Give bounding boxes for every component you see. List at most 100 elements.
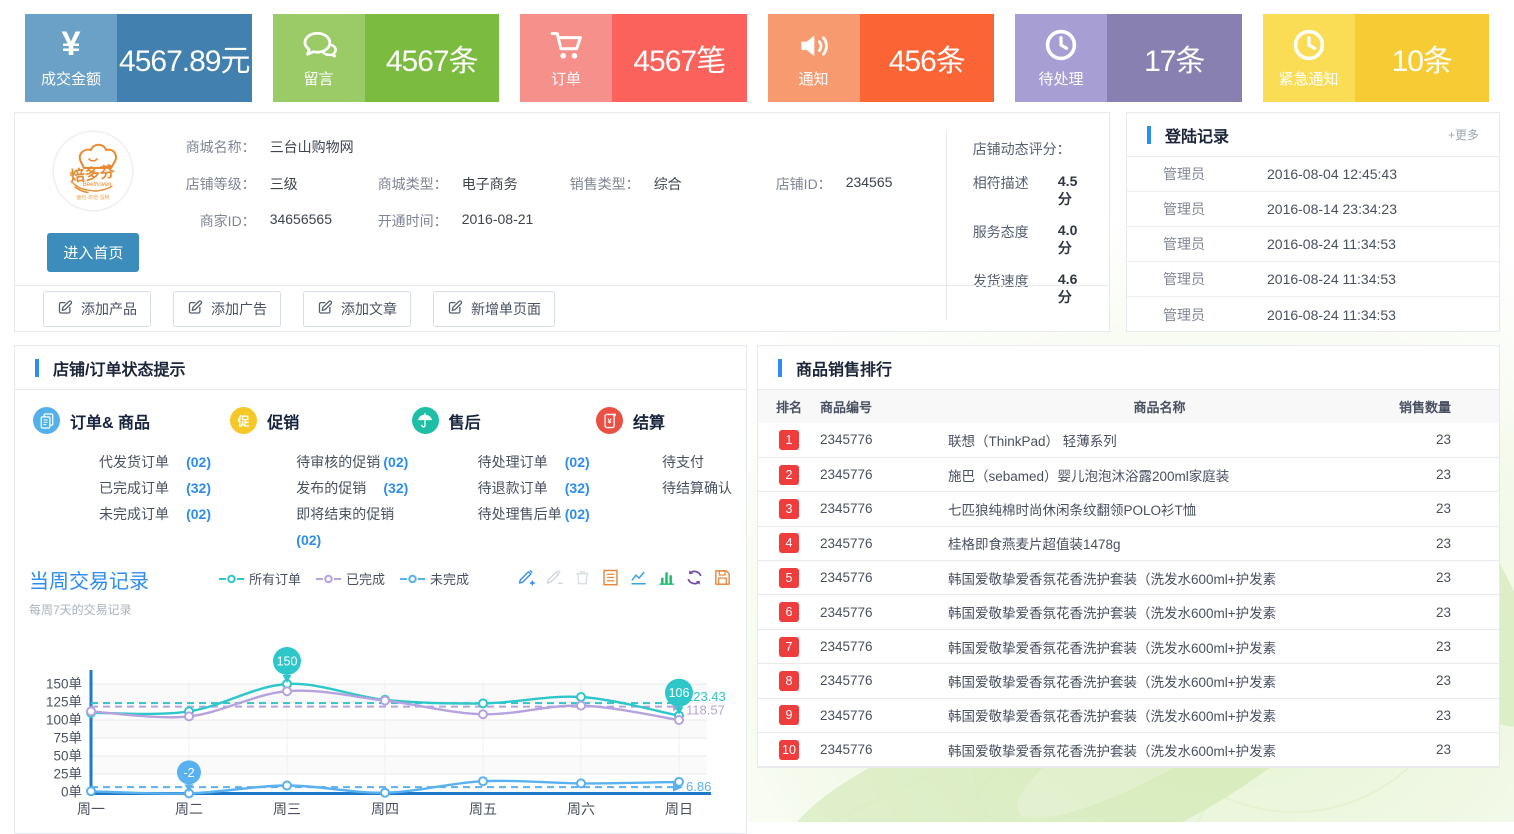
rating-row: 相符描述 4.5分 <box>973 173 1091 209</box>
product-code: 2345776 <box>820 629 948 663</box>
line-chart-icon[interactable] <box>629 568 648 587</box>
status-group: 售后 待处理订单 (02) 待退款订单 (32) 待处理售后单 (02) <box>412 407 596 553</box>
svg-text:¥: ¥ <box>61 27 80 63</box>
stat-card-icon-area: ¥ 成交金额 <box>25 14 117 102</box>
status-item: 即将结束的促销 (02) <box>296 501 408 553</box>
action-button[interactable]: 新增单页面 <box>433 291 555 327</box>
product-code: 2345776 <box>820 526 948 560</box>
save-icon[interactable] <box>713 568 732 587</box>
stat-cards-row: ¥ 成交金额 4567.89元 留言 4567条 订单 4567笔 通知 456… <box>25 14 1489 102</box>
status-item-count[interactable]: (02) <box>383 449 408 475</box>
svg-text:150: 150 <box>277 655 298 669</box>
status-item-count[interactable]: (32) <box>186 475 211 501</box>
legend-label: 未完成 <box>430 569 469 588</box>
ranking-row: 9 2345776 韩国爱敬挚爱香氛花香洗护套装（洗发水600ml+护发素 23 <box>758 698 1499 732</box>
product-name: 韩国爱敬挚爱香氛花香洗护套装（洗发水600ml+护发素 <box>948 629 1371 663</box>
action-button-label: 新增单页面 <box>471 299 541 319</box>
svg-text:促: 促 <box>237 414 251 429</box>
action-button[interactable]: 添加文章 <box>303 291 411 327</box>
stat-card-2[interactable]: 留言 4567条 <box>273 14 500 102</box>
bar-chart-icon[interactable] <box>657 568 676 587</box>
weekly-trade-chart[interactable]: 0单25单50单75单100单125单150单周一周二周三周四周五周六周日123… <box>29 620 732 833</box>
svg-text:-2: -2 <box>183 766 194 780</box>
chart-legend: 所有订单 已完成 未完成 <box>219 569 469 588</box>
shop-order-status-panel: 店铺/订单状态提示 订单& 商品 代发货订单 (02) 已完成订单 (32) 未… <box>14 345 747 834</box>
edit-add-icon[interactable] <box>517 568 536 587</box>
product-name: 韩国爱敬挚爱香氛花香洗护套装（洗发水600ml+护发素 <box>948 698 1371 732</box>
legend-item[interactable]: 未完成 <box>400 569 469 588</box>
status-item-count[interactable]: (02) <box>565 501 590 527</box>
status-group-name: 促销 <box>267 409 299 433</box>
status-item: 代发货订单 (02) <box>99 449 211 475</box>
product-code: 2345776 <box>820 595 948 629</box>
stat-card-4[interactable]: 通知 456条 <box>768 14 995 102</box>
stat-card-3[interactable]: 订单 4567笔 <box>520 14 747 102</box>
sales-qty: 23 <box>1371 629 1499 663</box>
accent-bar <box>778 359 782 377</box>
legend-marker <box>400 574 425 584</box>
stat-card-5[interactable]: 待处理 17条 <box>1015 14 1242 102</box>
product-name: 韩国爱敬挚爱香氛花香洗护套装（洗发水600ml+护发素 <box>948 664 1371 698</box>
enter-homepage-button[interactable]: 进入首页 <box>47 233 139 272</box>
more-link[interactable]: +更多 <box>1448 126 1479 143</box>
svg-text:125单: 125单 <box>46 695 82 710</box>
stat-card-6[interactable]: 紧急通知 10条 <box>1263 14 1490 102</box>
status-group-name: 订单& 商品 <box>70 409 150 433</box>
status-item-label: 未完成订单 <box>99 501 169 527</box>
status-item-count[interactable]: (32) <box>565 475 590 501</box>
clear-icon[interactable] <box>573 568 592 587</box>
stat-card-label: 通知 <box>798 68 828 89</box>
cart-icon <box>548 27 584 63</box>
ranking-row: 5 2345776 韩国爱敬挚爱香氛花香洗护套装（洗发水600ml+护发素 23 <box>758 561 1499 595</box>
stat-card-label: 成交金额 <box>41 68 101 89</box>
status-item-count[interactable]: (32) <box>383 475 408 501</box>
bakery-logo-graphic: 焙多芬 Beethoven 面包·烘焙·蛋糕 <box>57 135 129 207</box>
svg-text:75单: 75单 <box>53 731 82 746</box>
legend-item[interactable]: 所有订单 <box>219 569 301 588</box>
login-records-panel: 登陆记录 +更多 管理员 2016-08-04 12:45:43管理员 2016… <box>1126 112 1500 332</box>
status-group-name: 结算 <box>633 409 665 433</box>
edit-icon <box>447 299 463 318</box>
login-user: 管理员 <box>1127 305 1267 325</box>
chart-toolbar <box>517 568 732 587</box>
product-code: 2345776 <box>820 561 948 595</box>
shop-info-field: 商城名称： 三台山购物网 <box>178 137 354 157</box>
rating-value: 4.5分 <box>1058 173 1091 209</box>
umbrella-icon <box>412 407 439 434</box>
field-value: 2016-08-21 <box>462 211 534 231</box>
refresh-icon[interactable] <box>685 568 704 587</box>
accent-bar <box>35 359 39 377</box>
status-item-count[interactable]: (02) <box>186 501 211 527</box>
sales-qty: 23 <box>1371 561 1499 595</box>
edit-remove-icon[interactable] <box>545 568 564 587</box>
shop-info-field: 销售类型： 综合 <box>562 174 754 194</box>
weekly-chart-section: 当周交易记录 每周7天的交易记录 所有订单 已完成 未完成 0单25单50单75… <box>15 555 746 833</box>
status-item-count[interactable]: (02) <box>186 449 211 475</box>
svg-text:0单: 0单 <box>61 785 82 800</box>
login-user: 管理员 <box>1127 199 1267 219</box>
data-view-icon[interactable] <box>601 568 620 587</box>
rank-badge: 3 <box>779 499 799 519</box>
ranking-header-4: 销售数量 <box>1371 390 1499 423</box>
status-group: 促 促销 待审核的促销 (02) 发布的促销 (32) 即将结束的促销 (02) <box>230 407 411 553</box>
status-item: 未完成订单 (02) <box>99 501 211 527</box>
shop-info-field: 店铺ID： 234565 <box>754 174 946 194</box>
product-code: 2345776 <box>820 664 948 698</box>
field-label: 商城名称： <box>178 137 256 157</box>
legend-item[interactable]: 已完成 <box>316 569 385 588</box>
status-item-count[interactable]: (02) <box>565 449 590 475</box>
sales-qty: 23 <box>1371 595 1499 629</box>
login-record-row: 管理员 2016-08-04 12:45:43 <box>1127 157 1499 192</box>
action-button[interactable]: 添加广告 <box>173 291 281 327</box>
product-code: 2345776 <box>820 698 948 732</box>
yen-icon: ¥ <box>53 27 89 63</box>
stat-card-1[interactable]: ¥ 成交金额 4567.89元 <box>25 14 252 102</box>
ranking-table: 排名商品编号商品名称销售数量 1 2345776 联想（ThinkPad） 轻薄… <box>758 390 1499 767</box>
action-button[interactable]: 添加产品 <box>43 291 151 327</box>
status-item-count[interactable]: (02) <box>296 527 321 553</box>
shop-info-field: 店铺等级： 三级 <box>178 174 370 194</box>
stat-card-icon-area: 订单 <box>520 14 612 102</box>
field-value: 34656565 <box>270 211 332 231</box>
rank-badge: 10 <box>779 740 799 760</box>
login-record-row: 管理员 2016-08-14 23:34:23 <box>1127 192 1499 227</box>
